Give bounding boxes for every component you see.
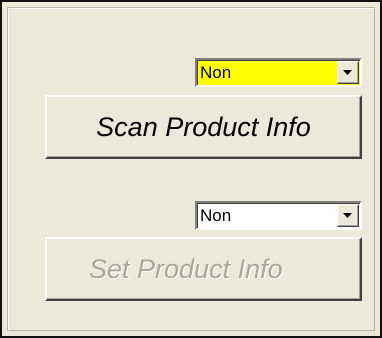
scan-product-info-button[interactable]: Scan Product Info: [45, 95, 362, 159]
set-mode-select-value: Non: [200, 206, 232, 225]
scan-mode-select-value: Non: [200, 63, 232, 82]
chevron-down-icon: [343, 213, 352, 218]
set-mode-dropdown-button[interactable]: [337, 204, 359, 227]
set-product-info-button[interactable]: Set Product Info: [45, 237, 362, 301]
scan-mode-dropdown-button[interactable]: [337, 61, 359, 84]
chevron-down-icon: [343, 70, 352, 75]
product-info-panel: Non Scan Product Info Non Set Product In…: [0, 0, 382, 338]
scan-mode-select[interactable]: Non: [195, 58, 362, 87]
set-mode-select[interactable]: Non: [195, 201, 362, 230]
